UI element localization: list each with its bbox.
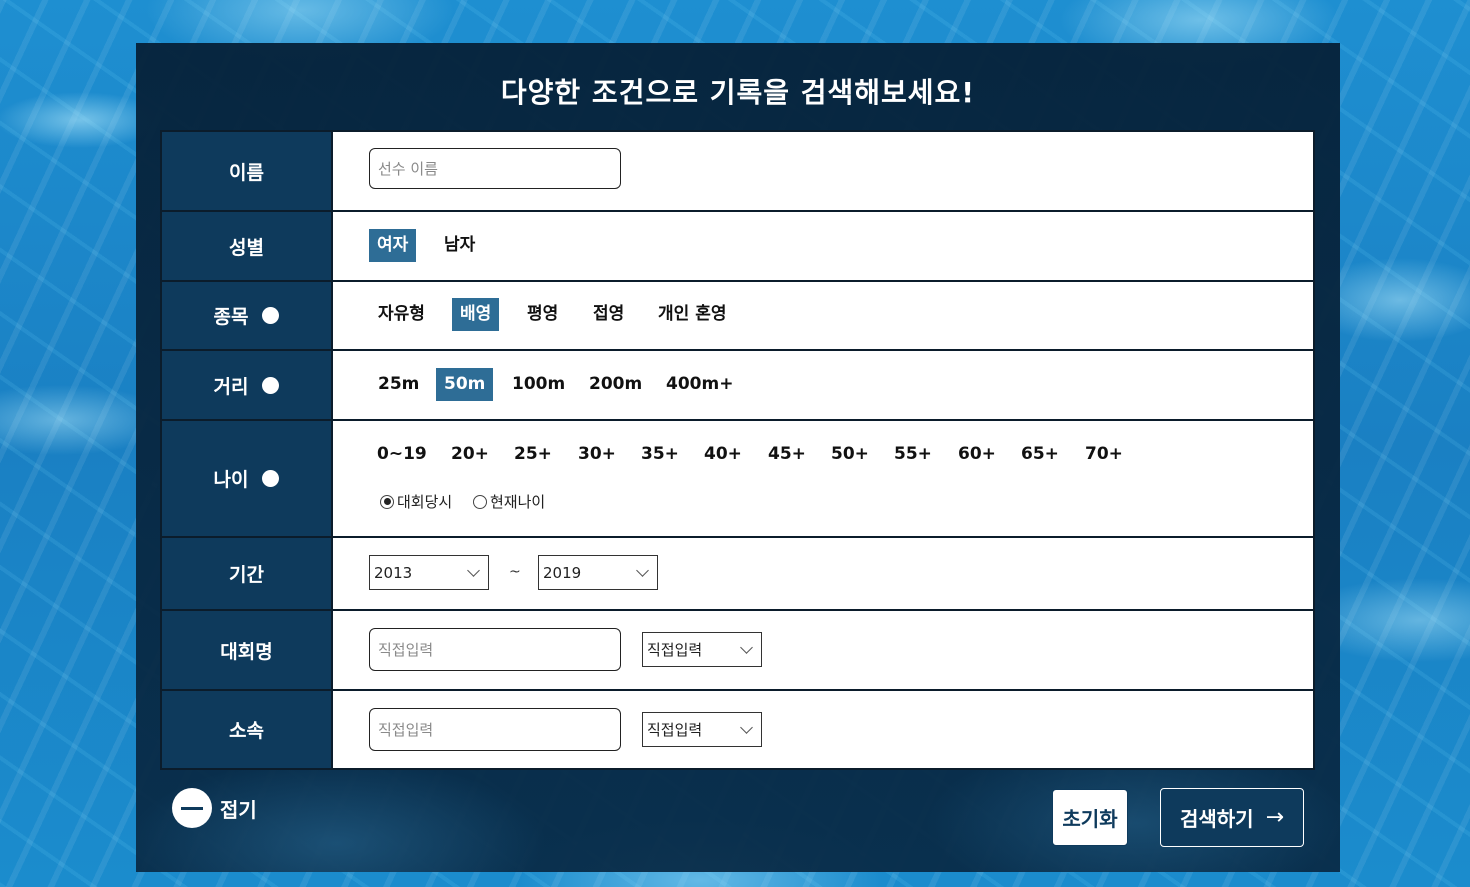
label-gender: 성별 [162, 212, 333, 280]
period-from-select[interactable]: 2013 [369, 555, 489, 590]
gender-option-female[interactable]: 여자 [369, 229, 417, 262]
age-option[interactable]: 65+ [1013, 438, 1067, 471]
cell-age: 0~19 20+ 25+ 30+ 35+ 40+ 45+ 50+ 55+ 60+… [333, 421, 1313, 536]
distance-toggle[interactable] [262, 376, 280, 394]
label-stroke: 종목 [162, 282, 333, 349]
cell-gender: 여자 남자 [333, 212, 1313, 280]
label-gender-text: 성별 [229, 236, 264, 259]
row-distance: 거리 25m 50m 100m 200m 400m+ [162, 351, 1313, 419]
distance-option-400m-plus[interactable]: 400m+ [658, 368, 741, 401]
stroke-toggle[interactable] [262, 307, 280, 324]
row-age: 나이 0~19 20+ 25+ 30+ 35+ 40+ 45+ 50+ 55+ … [162, 421, 1313, 536]
label-affiliation: 소속 [162, 691, 333, 768]
period-from-value: 2013 [374, 563, 413, 582]
player-name-input[interactable] [369, 148, 621, 189]
cell-competition: 직접입력 [333, 611, 1313, 689]
fold-button[interactable]: 접기 [172, 788, 257, 828]
stroke-option-breaststroke[interactable]: 평영 [519, 298, 566, 331]
affiliation-select-value: 직접입력 [647, 721, 703, 739]
row-affiliation: 소속 직접입력 [162, 691, 1313, 768]
distance-option-25m[interactable]: 25m [370, 368, 427, 401]
age-mode-at-competition-label: 대회당시 [397, 493, 453, 511]
label-period-text: 기간 [229, 564, 264, 586]
age-option[interactable]: 60+ [950, 438, 1004, 471]
distance-option-100m[interactable]: 100m [504, 368, 573, 401]
age-option[interactable]: 70+ [1077, 438, 1131, 471]
age-toggle[interactable] [262, 470, 280, 487]
chevron-down-icon [467, 563, 480, 577]
row-name: 이름 [162, 132, 1313, 210]
chevron-down-icon [740, 640, 753, 654]
label-age: 나이 [162, 421, 333, 536]
label-distance-text: 거리 [213, 375, 249, 398]
stroke-option-butterfly[interactable]: 접영 [585, 298, 632, 331]
arrow-right-icon: → [1265, 805, 1285, 830]
age-option[interactable]: 30+ [570, 438, 624, 471]
cell-affiliation: 직접입력 [333, 691, 1313, 768]
search-button-label: 검색하기 [1179, 807, 1254, 831]
radio-unchecked-icon[interactable] [473, 494, 487, 509]
stroke-option-backstroke[interactable]: 배영 [452, 298, 500, 331]
stroke-option-freestyle[interactable]: 자유형 [370, 298, 433, 331]
row-stroke: 종목 자유형 배영 평영 접영 개인 혼영 [162, 282, 1313, 349]
age-option[interactable]: 50+ [823, 438, 877, 471]
chevron-down-icon [740, 720, 753, 734]
age-option[interactable]: 0~19 [369, 438, 435, 471]
label-name-text: 이름 [229, 161, 264, 184]
label-age-text: 나이 [213, 469, 249, 491]
chevron-down-icon [636, 563, 649, 577]
reset-button[interactable]: 초기화 [1052, 789, 1128, 846]
distance-option-200m[interactable]: 200m [581, 368, 650, 401]
minus-icon[interactable] [172, 788, 212, 828]
row-competition: 대회명 직접입력 [162, 611, 1313, 689]
competition-name-input[interactable] [369, 628, 621, 671]
search-form-table: 이름 성별 여자 남자 종목 자유형 배영 평영 접영 개인 혼영 거리 25m… [160, 130, 1315, 770]
age-option[interactable]: 40+ [696, 438, 750, 471]
age-mode-current[interactable]: 현재나이 [473, 491, 545, 512]
period-separator: ~ [509, 564, 521, 580]
affiliation-input[interactable] [369, 708, 621, 751]
cell-distance: 25m 50m 100m 200m 400m+ [333, 351, 1313, 419]
gender-option-male[interactable]: 남자 [436, 229, 483, 262]
label-distance: 거리 [162, 351, 333, 419]
page-title: 다양한 조건으로 기록을 검색해보세요! [500, 76, 976, 109]
affiliation-select[interactable]: 직접입력 [642, 712, 762, 747]
distance-option-50m[interactable]: 50m [436, 368, 494, 401]
stroke-option-im[interactable]: 개인 혼영 [650, 298, 734, 331]
label-affiliation-text: 소속 [229, 720, 264, 742]
fold-label: 접기 [220, 797, 257, 822]
radio-checked-icon[interactable] [380, 494, 394, 509]
label-competition: 대회명 [162, 611, 333, 689]
label-name: 이름 [162, 132, 333, 210]
age-option[interactable]: 55+ [886, 438, 940, 471]
cell-period: 2013 ~ 2019 [333, 538, 1313, 609]
age-option[interactable]: 45+ [760, 438, 814, 471]
cell-name [333, 132, 1313, 210]
label-period: 기간 [162, 538, 333, 609]
age-mode-current-label: 현재나이 [490, 493, 546, 511]
cell-stroke: 자유형 배영 평영 접영 개인 혼영 [333, 282, 1313, 349]
competition-select[interactable]: 직접입력 [642, 632, 762, 667]
age-mode-at-competition[interactable]: 대회당시 [380, 491, 452, 512]
label-stroke-text: 종목 [213, 306, 249, 328]
period-to-value: 2019 [543, 563, 582, 582]
period-to-select[interactable]: 2019 [538, 555, 658, 590]
search-button[interactable]: 검색하기 → [1160, 788, 1304, 847]
row-gender: 성별 여자 남자 [162, 212, 1313, 280]
age-option[interactable]: 25+ [506, 438, 560, 471]
age-option[interactable]: 35+ [633, 438, 687, 471]
row-period: 기간 2013 ~ 2019 [162, 538, 1313, 609]
age-option[interactable]: 20+ [443, 438, 497, 471]
label-competition-text: 대회명 [220, 640, 273, 663]
competition-select-value: 직접입력 [647, 641, 703, 659]
